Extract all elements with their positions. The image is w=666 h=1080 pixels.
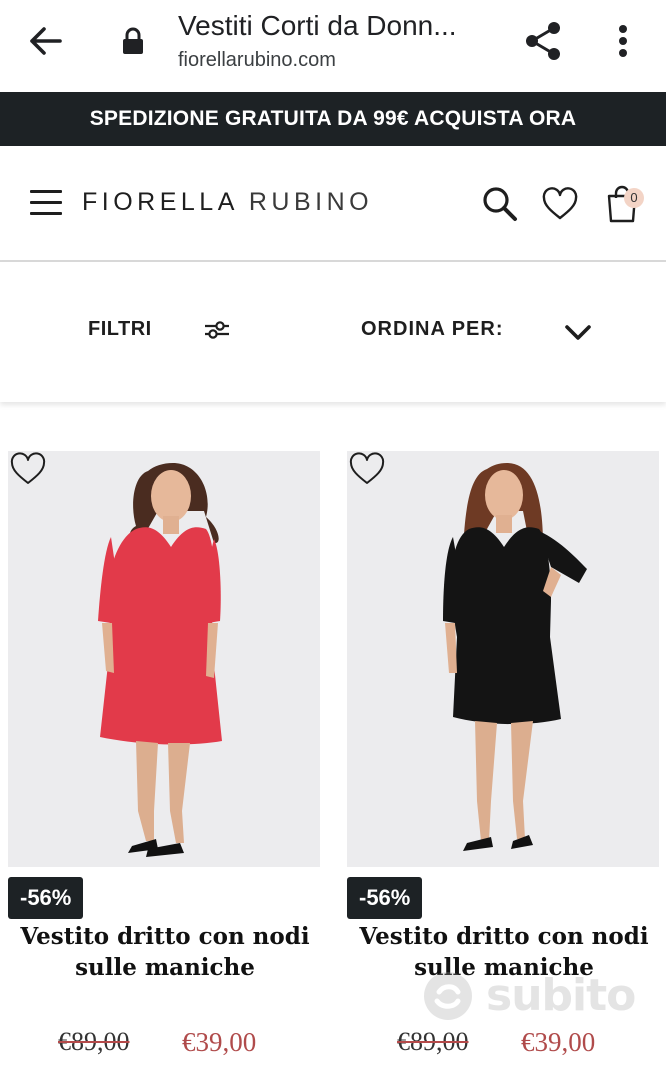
share-icon: [526, 22, 560, 60]
model-photo: [443, 463, 587, 851]
wishlist-button[interactable]: [540, 184, 580, 224]
page-title: Vestiti Corti da Donn...: [178, 10, 457, 41]
sale-price: €39,00: [182, 1027, 257, 1057]
share-button[interactable]: [520, 18, 566, 64]
watermark-text: subito: [486, 970, 636, 1021]
sort-dropdown[interactable]: ORDINA PER:: [361, 318, 503, 341]
product-image[interactable]: [8, 451, 320, 867]
filter-sort-bar: FILTRI ORDINA PER:: [0, 262, 666, 402]
discount-badge: -56%: [8, 877, 84, 919]
product-image[interactable]: [347, 451, 659, 867]
discount-badge: -56%: [347, 877, 423, 919]
address-bar[interactable]: Vestiti Corti da Donn... fiorellarubino.…: [178, 8, 478, 74]
back-button[interactable]: [24, 20, 66, 62]
browser-toolbar: Vestiti Corti da Donn... fiorellarubino.…: [0, 0, 666, 92]
search-icon: [483, 187, 517, 221]
product-name[interactable]: Vestito dritto con nodi sulle maniche: [0, 921, 330, 983]
promo-text[interactable]: SPEDIZIONE GRATUITA DA 99€ ACQUISTA ORA: [90, 107, 577, 131]
cart-button[interactable]: 0: [602, 184, 644, 224]
logo-part-1: FIORELLA: [82, 188, 239, 216]
menu-button[interactable]: [30, 190, 64, 218]
menu-icon: [30, 190, 64, 215]
more-vert-icon: [619, 25, 627, 57]
filters-button[interactable]: FILTRI: [88, 318, 230, 341]
heart-icon: [542, 187, 578, 220]
logo-part-2: RUBINO: [248, 188, 374, 216]
old-price: €89,00: [397, 1027, 469, 1056]
wishlist-heart-icon[interactable]: [347, 451, 387, 487]
chevron-down-icon[interactable]: [564, 322, 592, 344]
promo-banner[interactable]: SPEDIZIONE GRATUITA DA 99€ ACQUISTA ORA: [0, 92, 666, 146]
lock-icon: [123, 27, 143, 54]
more-options-button[interactable]: [604, 20, 642, 62]
sliders-icon: [204, 320, 229, 339]
sale-price: €39,00: [521, 1027, 596, 1057]
model-photo: [98, 463, 222, 857]
site-header: FIORELLA RUBINO 0: [0, 146, 666, 262]
brand-logo[interactable]: FIORELLA RUBINO: [82, 188, 373, 217]
page-url: fiorellarubino.com: [178, 49, 336, 71]
watermark-logo-icon: [424, 972, 472, 1020]
product-card[interactable]: -56% Vestito dritto con nodi sulle manic…: [8, 451, 320, 1080]
filters-label: FILTRI: [88, 318, 152, 340]
cart-count-badge: 0: [624, 188, 644, 208]
sort-label: ORDINA PER:: [361, 318, 504, 340]
arrow-left-icon: [30, 27, 62, 55]
search-button[interactable]: [480, 184, 520, 224]
old-price: €89,00: [58, 1027, 130, 1056]
subito-watermark: subito: [420, 968, 640, 1030]
wishlist-heart-icon[interactable]: [8, 451, 48, 487]
